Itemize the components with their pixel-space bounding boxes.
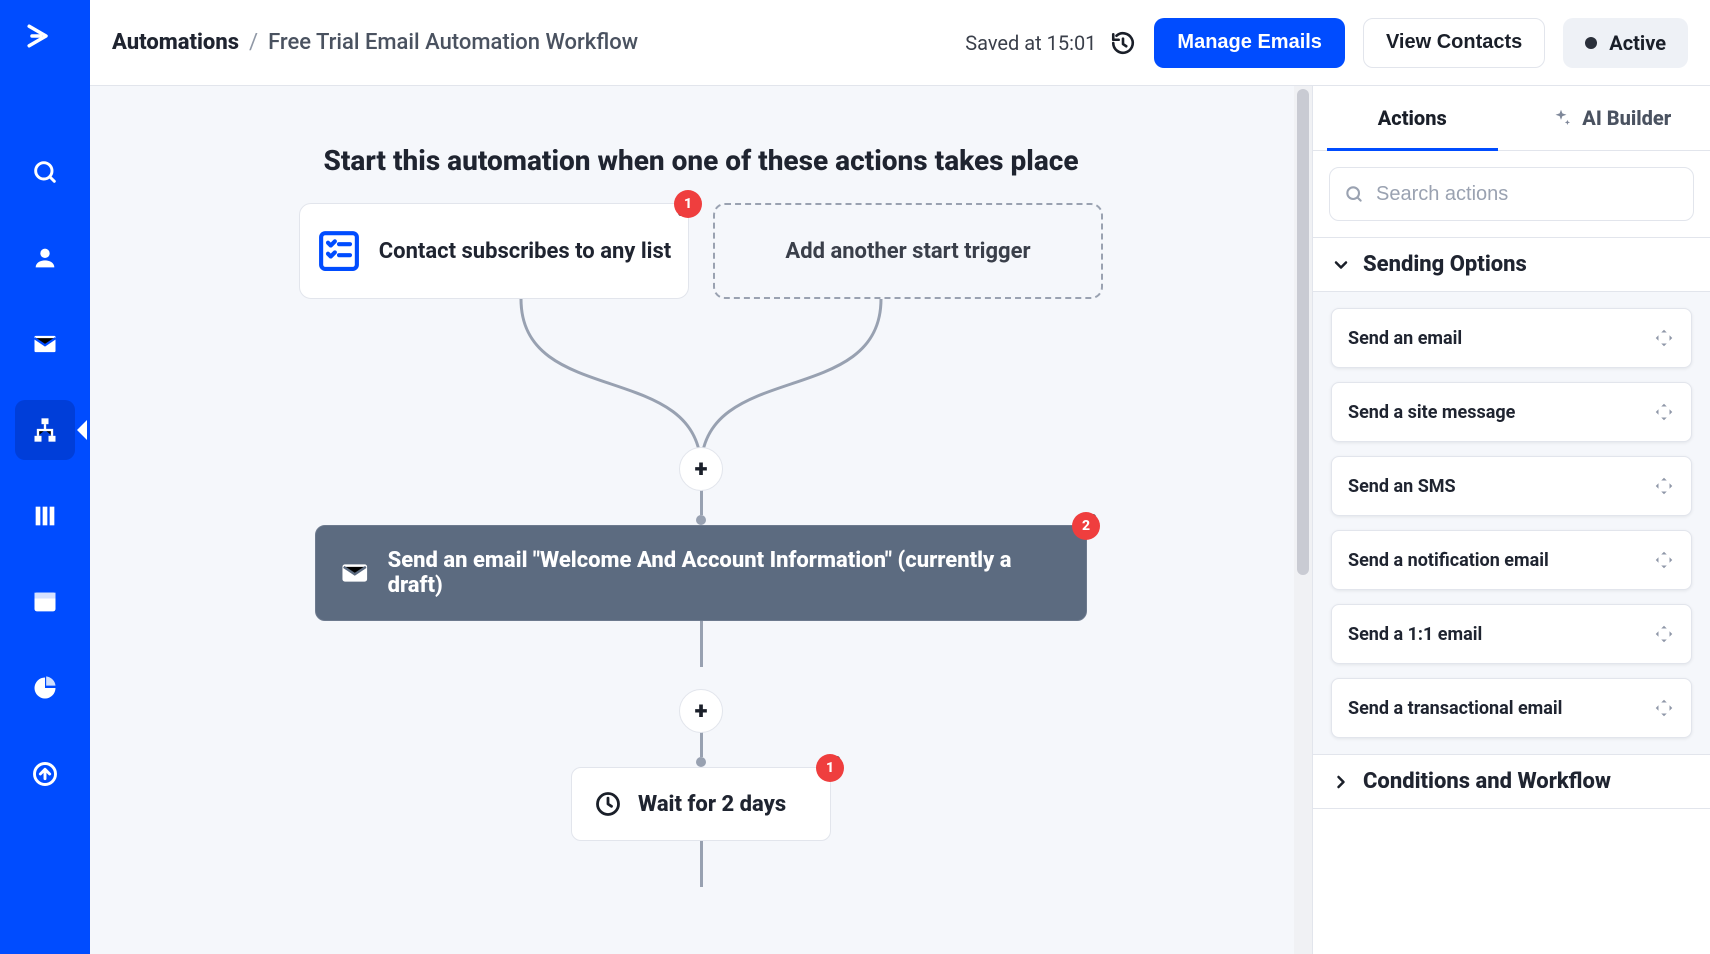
canvas-scrollbar[interactable]	[1294, 86, 1312, 954]
status-pill[interactable]: Active	[1563, 18, 1688, 68]
wait-note-badge[interactable]: 1	[816, 754, 844, 782]
nav-site[interactable]	[15, 572, 75, 632]
action-card-label: Send a notification email	[1348, 550, 1549, 571]
action-card[interactable]: Send a site message	[1331, 382, 1692, 442]
drag-handle-icon	[1653, 401, 1675, 423]
plus-icon: +	[695, 697, 708, 725]
section-title: Conditions and Workflow	[1363, 769, 1611, 794]
start-trigger[interactable]: 1 Contact subscribes to any list	[299, 203, 689, 299]
saved-label: Saved at 15:01	[965, 31, 1096, 55]
main: Start this automation when one of these …	[90, 86, 1710, 954]
action-card[interactable]: Send an email	[1331, 308, 1692, 368]
scrollbar-thumb[interactable]	[1297, 89, 1309, 575]
breadcrumb: Automations / Free Trial Email Automatio…	[112, 30, 638, 55]
section-cards: Send an email Send a site message Send an …	[1313, 292, 1710, 754]
nav-export[interactable]	[15, 744, 75, 804]
nav-reports[interactable]	[15, 658, 75, 718]
trigger-label: Contact subscribes to any list	[379, 239, 671, 264]
plus-icon: +	[695, 455, 708, 483]
drag-handle-icon	[1653, 549, 1675, 571]
section-header[interactable]: Conditions and Workflow	[1313, 754, 1710, 809]
breadcrumb-root[interactable]: Automations	[112, 30, 239, 55]
user-icon	[31, 244, 59, 272]
trigger-connectors: +	[211, 299, 1191, 469]
tab-ai-builder[interactable]: AI Builder	[1512, 86, 1710, 150]
add-trigger-label: Add another start trigger	[785, 239, 1030, 264]
search-input[interactable]	[1374, 182, 1679, 207]
drag-handle-icon	[1653, 327, 1675, 349]
mail-icon	[340, 558, 370, 588]
pie-icon	[31, 674, 59, 702]
history-icon[interactable]	[1110, 30, 1136, 56]
left-nav	[0, 0, 90, 954]
browser-icon	[31, 588, 59, 616]
trigger-row: 1 Contact subscribes to any list Add ano…	[211, 203, 1191, 299]
action-card[interactable]: Send a 1:1 email	[1331, 604, 1692, 664]
nav-automations[interactable]	[15, 400, 75, 460]
chevron-down-icon	[1331, 772, 1351, 792]
search-field[interactable]	[1329, 167, 1694, 221]
search-icon	[31, 158, 59, 186]
drag-handle-icon	[1653, 623, 1675, 645]
manage-emails-button[interactable]: Manage Emails	[1154, 18, 1345, 68]
flow-icon	[31, 416, 59, 444]
action-card[interactable]: Send a transactional email	[1331, 678, 1692, 738]
top-bar: Automations / Free Trial Email Automatio…	[90, 0, 1710, 86]
bars-icon	[31, 502, 59, 530]
email-step-label: Send an email "Welcome And Account Infor…	[388, 548, 1062, 598]
status-dot-icon	[1585, 37, 1597, 49]
sparkle-icon	[1550, 107, 1572, 129]
step-wait[interactable]: 1 Wait for 2 days	[571, 767, 831, 841]
add-start-trigger[interactable]: Add another start trigger	[713, 203, 1103, 299]
section-title: Sending Options	[1363, 252, 1527, 277]
actions-search	[1313, 151, 1710, 237]
status-label: Active	[1609, 31, 1666, 55]
drag-handle-icon	[1653, 475, 1675, 497]
wait-step-label: Wait for 2 days	[638, 792, 786, 817]
action-card[interactable]: Send an SMS	[1331, 456, 1692, 516]
section-header[interactable]: Sending Options	[1313, 237, 1710, 292]
clock-icon	[594, 790, 622, 818]
email-note-badge[interactable]: 2	[1072, 512, 1100, 540]
step-send-email[interactable]: 2 Send an email "Welcome And Account Inf…	[315, 525, 1087, 621]
brand-logo-icon	[25, 22, 65, 62]
nav-search[interactable]	[15, 142, 75, 202]
automation-canvas[interactable]: Start this automation when one of these …	[90, 86, 1312, 954]
chevron-down-icon	[1331, 255, 1351, 275]
trigger-note-badge[interactable]: 1	[674, 190, 702, 218]
tab-ai-label: AI Builder	[1582, 106, 1671, 130]
tab-actions[interactable]: Actions	[1313, 86, 1512, 150]
action-card-label: Send a site message	[1348, 402, 1515, 423]
breadcrumb-sep: /	[249, 30, 258, 55]
nav-deals[interactable]	[15, 486, 75, 546]
nav-campaigns[interactable]	[15, 314, 75, 374]
view-contacts-button[interactable]: View Contacts	[1363, 18, 1545, 68]
connector: +	[211, 621, 1191, 767]
drag-handle-icon	[1653, 697, 1675, 719]
checklist-icon	[317, 229, 361, 273]
add-step-2[interactable]: +	[679, 689, 723, 733]
action-card-label: Send an SMS	[1348, 476, 1456, 497]
connector	[211, 841, 1191, 887]
action-card-label: Send a 1:1 email	[1348, 624, 1482, 645]
mail-icon	[31, 330, 59, 358]
panel-sections: Sending Options Send an email Send a site …	[1313, 237, 1710, 809]
search-icon	[1344, 183, 1364, 205]
nav-contacts[interactable]	[15, 228, 75, 288]
saved-status: Saved at 15:01	[965, 30, 1136, 56]
action-card[interactable]: Send a notification email	[1331, 530, 1692, 590]
action-card-label: Send an email	[1348, 328, 1462, 349]
action-card-label: Send a transactional email	[1348, 698, 1562, 719]
add-step-1[interactable]: +	[679, 447, 723, 491]
panel-tabs: Actions AI Builder	[1313, 86, 1710, 151]
canvas-heading: Start this automation when one of these …	[211, 144, 1191, 177]
upload-icon	[31, 760, 59, 788]
actions-panel: Actions AI Builder Sending Options Send a…	[1312, 86, 1710, 954]
page-title: Free Trial Email Automation Workflow	[268, 30, 638, 55]
